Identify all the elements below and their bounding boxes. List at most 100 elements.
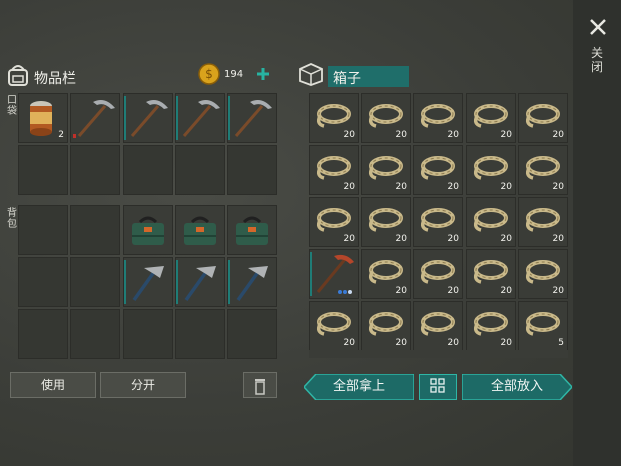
pocket-slot-empty[interactable] [175, 145, 225, 195]
backpack-slot-empty[interactable] [18, 309, 68, 359]
backpack-slot-toolbox[interactable] [227, 205, 277, 255]
pocket-slot-pickaxe[interactable] [175, 93, 225, 143]
box-slot-rope[interactable]: 20 [309, 301, 359, 351]
pocket-slot-empty[interactable] [18, 145, 68, 195]
item-count: 20 [552, 182, 564, 192]
item-count: 20 [343, 182, 355, 192]
box-slot-rope[interactable]: 20 [413, 249, 463, 299]
box-slot-rope[interactable]: 20 [361, 93, 411, 143]
hatchet-icon [228, 260, 268, 304]
add-coins-button[interactable] [255, 66, 271, 82]
split-button[interactable]: 分开 [100, 372, 186, 398]
backpack-slot-empty[interactable] [70, 309, 120, 359]
box-icon [297, 62, 325, 86]
pocket-slot-empty[interactable] [123, 145, 173, 195]
box-slot-pickaxe[interactable] [309, 249, 359, 299]
backpack-slot-empty[interactable] [70, 257, 120, 307]
backpack-slot-hatchet[interactable] [175, 257, 225, 307]
box-slot-rope[interactable]: 20 [518, 145, 568, 195]
item-count: 20 [500, 338, 512, 348]
backpack-slot-empty[interactable] [70, 205, 120, 255]
backpack-slot-toolbox[interactable] [123, 205, 173, 255]
backpack-slot-hatchet[interactable] [227, 257, 277, 307]
box-slot-rope[interactable]: 5 [518, 301, 568, 351]
box-slot-rope[interactable]: 20 [518, 249, 568, 299]
item-count: 20 [500, 130, 512, 140]
pocket-slot-pickaxe[interactable] [227, 93, 277, 143]
item-count: 20 [552, 234, 564, 244]
box-slot-rope[interactable]: 20 [413, 197, 463, 247]
hatchet-icon [124, 260, 164, 304]
pocket-slot-empty[interactable] [227, 145, 277, 195]
item-count: 20 [500, 286, 512, 296]
box-slot-rope[interactable]: 20 [413, 145, 463, 195]
box-slot-rope[interactable]: 20 [466, 301, 516, 351]
backpack-icon [7, 62, 29, 86]
hatchet-icon [176, 260, 216, 304]
item-count: 20 [343, 338, 355, 348]
box-slot-rope[interactable]: 20 [466, 145, 516, 195]
backpack-slot-empty[interactable] [175, 309, 225, 359]
toolbox-icon [184, 216, 216, 245]
pocket-slot-can[interactable]: 2 [18, 93, 68, 143]
box-slot-rope[interactable]: 20 [413, 93, 463, 143]
item-count: 20 [395, 182, 407, 192]
box-slot-rope[interactable]: 20 [361, 197, 411, 247]
take-all-label: 全部拿上 [332, 379, 385, 394]
box-slot-rope[interactable]: 20 [309, 145, 359, 195]
box-slot-rope[interactable]: 20 [309, 93, 359, 143]
item-count: 20 [447, 234, 459, 244]
box-grid-scroll-edge [309, 350, 568, 358]
box-slot-rope[interactable]: 20 [309, 197, 359, 247]
backpack-slot-empty[interactable] [123, 309, 173, 359]
trash-icon [255, 379, 265, 395]
backpack-slot-empty[interactable] [227, 309, 277, 359]
box-slot-rope[interactable]: 20 [361, 249, 411, 299]
box-slot-rope[interactable]: 20 [518, 93, 568, 143]
take-all-button[interactable]: 全部拿上 [304, 374, 414, 400]
pickaxe-icon [228, 96, 272, 140]
box-slot-rope[interactable]: 20 [413, 301, 463, 351]
box-slot-rope[interactable]: 20 [518, 197, 568, 247]
item-count: 20 [447, 286, 459, 296]
backpack-slot-hatchet[interactable] [123, 257, 173, 307]
item-count: 20 [500, 182, 512, 192]
pocket-slot-empty[interactable] [70, 145, 120, 195]
inventory-title: 物品栏 [34, 71, 76, 87]
item-count: 20 [395, 338, 407, 348]
item-count: 20 [447, 182, 459, 192]
pocket-slot-pickaxe[interactable] [123, 93, 173, 143]
backpack-slot-empty[interactable] [18, 205, 68, 255]
close-button[interactable] [587, 16, 609, 38]
item-count: 20 [447, 130, 459, 140]
toolbox-icon [132, 216, 164, 245]
pocket-label: 口袋 [7, 95, 17, 117]
item-count: 2 [58, 130, 64, 140]
close-label: 关闭 [590, 46, 603, 74]
box-slot-rope[interactable]: 20 [361, 145, 411, 195]
coin-count: 194 [224, 69, 244, 80]
item-count: 20 [395, 130, 407, 140]
pocket-slot-pickaxe[interactable] [70, 93, 120, 143]
item-count: 20 [447, 338, 459, 348]
plus-icon [257, 68, 269, 80]
use-button[interactable]: 使用 [10, 372, 96, 398]
box-slot-rope[interactable]: 20 [466, 197, 516, 247]
box-slot-rope[interactable]: 20 [361, 301, 411, 351]
put-all-button[interactable]: 全部放入 [462, 374, 572, 400]
item-count: 5 [558, 338, 564, 348]
coin-icon: $ [198, 63, 220, 85]
box-title: 箱子 [333, 71, 361, 87]
sort-button[interactable] [419, 374, 457, 400]
backpack-slot-toolbox[interactable] [175, 205, 225, 255]
pickaxe-icon [73, 100, 115, 138]
item-count: 20 [552, 286, 564, 296]
pickaxe-icon [176, 96, 220, 140]
box-slot-rope[interactable]: 20 [466, 249, 516, 299]
item-count: 20 [500, 234, 512, 244]
item-count: 20 [343, 130, 355, 140]
box-slot-rope[interactable]: 20 [466, 93, 516, 143]
trash-button[interactable] [243, 372, 277, 398]
pickaxe-icon [124, 96, 168, 140]
backpack-slot-empty[interactable] [18, 257, 68, 307]
